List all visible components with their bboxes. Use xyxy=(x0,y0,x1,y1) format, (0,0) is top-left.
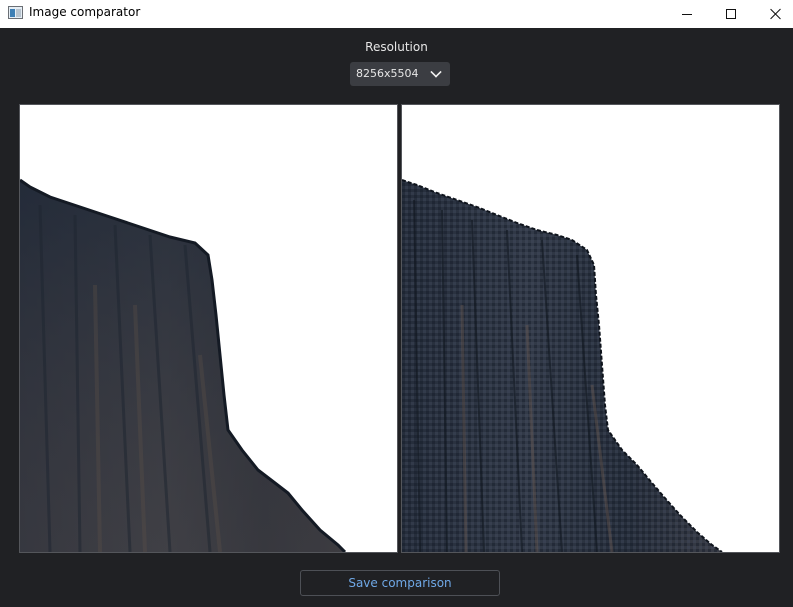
maximize-icon xyxy=(726,9,736,19)
save-comparison-button[interactable]: Save comparison xyxy=(300,570,500,596)
right-image-panel xyxy=(401,104,780,553)
maximize-button[interactable] xyxy=(708,0,754,28)
save-comparison-label: Save comparison xyxy=(348,576,452,590)
minimize-button[interactable] xyxy=(664,0,710,28)
minimize-icon xyxy=(682,13,692,15)
cliff-image-left xyxy=(20,105,397,552)
left-image-panel xyxy=(19,104,398,553)
close-icon xyxy=(770,8,782,20)
title-bar: Image comparator xyxy=(0,0,793,28)
resolution-value: 8256x5504 xyxy=(356,67,419,80)
cliff-image-right xyxy=(402,105,779,552)
close-button[interactable] xyxy=(753,0,793,28)
chevron-down-icon xyxy=(430,66,442,78)
resolution-dropdown[interactable]: 8256x5504 xyxy=(350,62,450,86)
window-title: Image comparator xyxy=(29,5,141,19)
resolution-label: Resolution xyxy=(365,40,428,54)
app-icon xyxy=(8,6,23,19)
